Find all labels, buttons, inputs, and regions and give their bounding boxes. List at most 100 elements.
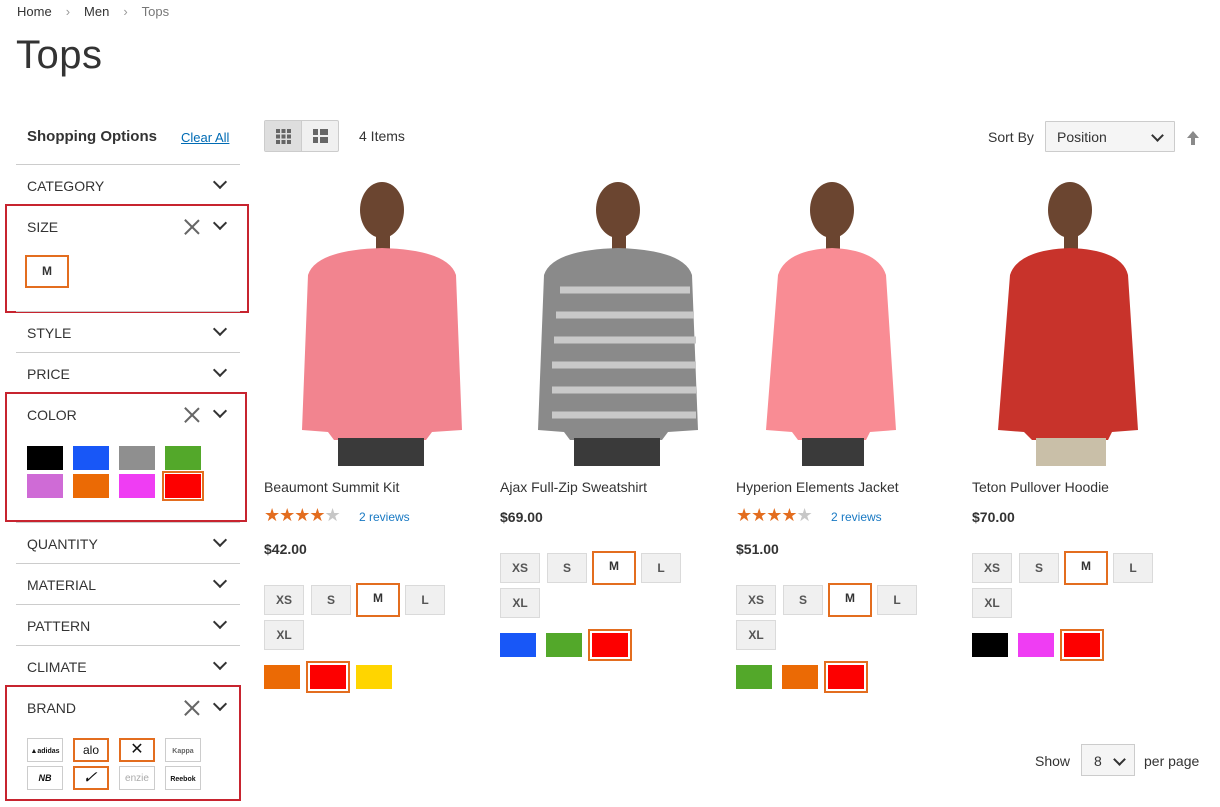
sort-by-label: Sort By [988,129,1034,145]
product-photo [998,182,1138,466]
size-option-s[interactable]: S [1019,553,1059,583]
product-name[interactable]: Ajax Full-Zip Sweatshirt [500,479,647,495]
clear-all-link[interactable]: Clear All [181,130,229,145]
view-mode-switcher [264,120,339,152]
filter-climate[interactable]: CLIMATE [16,645,240,685]
grid-view-button[interactable] [265,121,302,151]
chevron-down-icon [212,614,228,630]
filter-label: PATTERN [27,618,91,634]
size-option-m[interactable]: M [592,551,636,585]
filter-style[interactable]: STYLE [16,311,240,351]
per-page-value: 8 [1094,753,1102,769]
size-option-xl[interactable]: XL [264,620,304,650]
rating-stars: ★★★★★ [736,505,813,525]
size-option-l[interactable]: L [641,553,681,583]
color-swatch[interactable] [736,665,772,689]
size-option-l[interactable]: L [1113,553,1153,583]
color-swatch[interactable] [546,633,582,657]
filter-label: STYLE [27,325,72,341]
size-option-xs[interactable]: XS [264,585,304,615]
product-image[interactable] [736,180,936,466]
size-option-l[interactable]: L [405,585,445,615]
color-swatch[interactable] [1060,629,1104,661]
breadcrumb: Home › Men › Tops [17,4,169,19]
product-price: $69.00 [500,509,543,525]
per-page-label: per page [1144,753,1200,769]
color-swatch[interactable] [500,633,536,657]
size-option-m[interactable]: M [356,583,400,617]
highlight-box [5,685,241,801]
color-swatch[interactable] [588,629,632,661]
chevron-down-icon [1113,753,1126,766]
product-photo [302,182,462,466]
chevron-right-icon: › [65,4,71,19]
items-count: 4 Items [359,128,405,144]
color-swatch[interactable] [1018,633,1054,657]
breadcrumb-current: Tops [141,4,170,19]
product-image[interactable] [264,180,464,466]
breadcrumb-home[interactable]: Home [17,4,52,19]
chevron-down-icon [212,655,228,671]
product-image[interactable] [500,180,700,466]
size-option-s[interactable]: S [311,585,351,615]
chevron-down-icon [212,362,228,378]
product-image[interactable] [972,180,1172,466]
color-swatch[interactable] [306,661,350,693]
color-swatch[interactable] [264,665,300,689]
filter-label: PRICE [27,366,70,382]
filter-label: QUANTITY [27,536,98,552]
product-name[interactable]: Hyperion Elements Jacket [736,479,899,495]
sort-value: Position [1057,129,1107,145]
chevron-right-icon: › [123,4,128,19]
product-price: $42.00 [264,541,307,557]
chevron-down-icon [212,573,228,589]
page-title: Tops [16,33,103,77]
sort-direction-arrow-icon[interactable] [1185,130,1201,146]
per-page-select[interactable]: 8 [1081,744,1135,776]
color-swatch[interactable] [782,665,818,689]
product-photo [538,182,698,466]
shopping-options-title: Shopping Options [27,128,157,145]
filter-material[interactable]: MATERIAL [16,563,240,603]
size-option-s[interactable]: S [547,553,587,583]
chevron-down-icon [1151,129,1164,142]
sort-select[interactable]: Position [1045,121,1175,152]
size-option-xs[interactable]: XS [500,553,540,583]
size-option-s[interactable]: S [783,585,823,615]
product-name[interactable]: Teton Pullover Hoodie [972,479,1109,495]
chevron-down-icon [212,532,228,548]
chevron-down-icon [212,321,228,337]
reviews-link[interactable]: 2 reviews [359,510,410,524]
size-option-xl[interactable]: XL [500,588,540,618]
filter-category[interactable]: CATEGORY [16,164,240,204]
filter-label: MATERIAL [27,577,96,593]
size-option-xs[interactable]: XS [736,585,776,615]
size-option-l[interactable]: L [877,585,917,615]
filter-quantity[interactable]: QUANTITY [16,522,240,562]
size-option-m[interactable]: M [828,583,872,617]
highlight-box [5,204,249,313]
product-price: $51.00 [736,541,779,557]
breadcrumb-men[interactable]: Men [84,4,109,19]
filter-label: CLIMATE [27,659,87,675]
show-label: Show [1035,753,1071,769]
chevron-down-icon [212,174,228,190]
product-name[interactable]: Beaumont Summit Kit [264,479,399,495]
color-swatch[interactable] [972,633,1008,657]
product-photo [766,182,896,466]
color-swatch[interactable] [356,665,392,689]
size-option-m[interactable]: M [1064,551,1108,585]
color-swatch[interactable] [824,661,868,693]
size-option-xl[interactable]: XL [972,588,1012,618]
product-price: $70.00 [972,509,1015,525]
filter-price[interactable]: PRICE [16,352,240,392]
size-option-xl[interactable]: XL [736,620,776,650]
reviews-link[interactable]: 2 reviews [831,510,882,524]
size-option-xs[interactable]: XS [972,553,1012,583]
filter-pattern[interactable]: PATTERN [16,604,240,644]
grid-icon [276,129,291,144]
list-view-button[interactable] [302,121,339,151]
filter-label: CATEGORY [27,178,105,194]
highlight-box [5,392,247,522]
rating-stars: ★★★★★ [264,505,341,525]
